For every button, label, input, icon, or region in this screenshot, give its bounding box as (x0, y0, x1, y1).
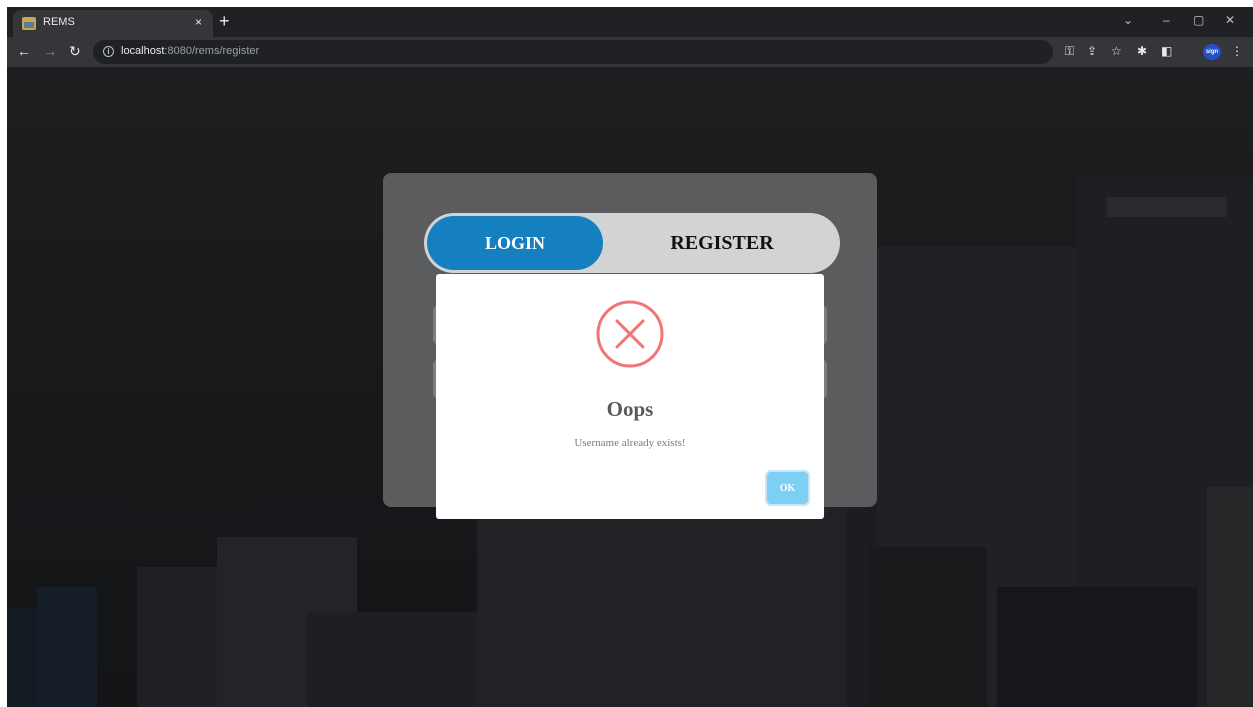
side-panel-icon[interactable]: ◧ (1161, 44, 1172, 58)
site-favicon-icon (22, 17, 36, 30)
tab-title: REMS (43, 16, 75, 28)
new-tab-button[interactable]: + (219, 11, 230, 31)
back-arrow-icon[interactable]: ← (17, 43, 31, 59)
menu-kebab-icon[interactable]: ⋮ (1231, 44, 1243, 58)
url-text: localhost:8080/rems/register (121, 45, 260, 57)
minimize-button[interactable]: – (1163, 13, 1170, 27)
page-content: LOGIN REGISTER Oops Username already exi… (7, 67, 1253, 707)
extensions-puzzle-icon[interactable]: ✱ (1137, 44, 1147, 58)
ok-button[interactable]: OK (767, 472, 808, 504)
reload-icon[interactable]: ↻ (69, 43, 81, 59)
browser-toolbar: ← → ↻ i localhost:8080/rems/register ⚿ ⇪… (7, 37, 1253, 67)
share-icon[interactable]: ⇪ (1087, 44, 1097, 58)
error-x-icon (596, 300, 664, 368)
login-register-toggle: LOGIN REGISTER (424, 213, 840, 273)
browser-window: REMS × + ⌄ – ▢ ✕ ← → ↻ i localhost:8080/… (7, 7, 1253, 707)
tab-close-icon[interactable]: × (195, 15, 202, 29)
alert-dialog: Oops Username already exists! OK (436, 274, 824, 519)
restore-button[interactable]: ▢ (1193, 13, 1204, 27)
profile-avatar[interactable]: sign (1203, 44, 1221, 60)
close-window-button[interactable]: ✕ (1225, 13, 1235, 27)
bookmark-star-icon[interactable]: ☆ (1111, 44, 1122, 58)
forward-arrow-icon[interactable]: → (43, 43, 57, 59)
tab-strip: REMS × + ⌄ – ▢ ✕ (7, 7, 1253, 37)
address-bar[interactable]: i localhost:8080/rems/register (93, 40, 1053, 64)
alert-title: Oops (606, 397, 654, 421)
tab-search-icon[interactable]: ⌄ (1123, 13, 1133, 27)
login-tab-button[interactable]: LOGIN (427, 216, 603, 270)
site-info-icon[interactable]: i (103, 46, 114, 57)
register-tab-button[interactable]: REGISTER (644, 216, 800, 270)
alert-message: Username already exists! (574, 437, 686, 449)
browser-tab[interactable]: REMS × (13, 10, 213, 37)
key-icon[interactable]: ⚿ (1065, 44, 1074, 58)
